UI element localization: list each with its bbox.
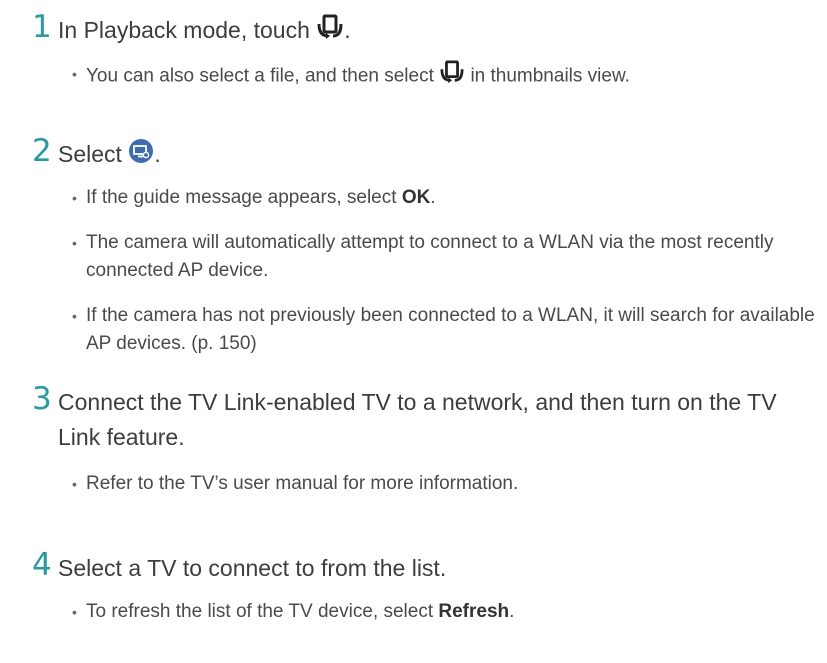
step-heading: Select a TV to connect to from the list.	[58, 555, 447, 581]
step-heading: Connect the TV Link-enabled TV to a netw…	[58, 389, 777, 450]
heading-text-end: .	[344, 17, 351, 43]
step-number: 4	[32, 547, 52, 583]
bullet-dot: •	[72, 235, 77, 251]
share-icon	[316, 14, 344, 50]
bullet-item: • Refer to the TV’s user manual for more…	[72, 470, 822, 498]
bullet-item: • If the guide message appears, select O…	[72, 184, 822, 212]
bullet-text: You can also select a file, and then sel…	[86, 65, 434, 87]
heading-text: Select	[58, 141, 122, 167]
bullet-dot: •	[72, 476, 77, 492]
step-heading: Select .	[58, 137, 818, 174]
tv-link-icon	[128, 138, 154, 174]
bullet-text: Refer to the TV’s user manual for more i…	[86, 473, 519, 494]
bullet-dot: •	[72, 66, 77, 82]
refresh-label: Refresh	[438, 601, 510, 622]
ok-label: OK	[401, 187, 431, 208]
bullet-text: If the camera has not previously been co…	[86, 305, 815, 354]
heading-text-end: .	[154, 141, 161, 167]
heading-text: In Playback mode, touch	[58, 17, 310, 43]
bullet-item: • If the camera has not previously been …	[72, 302, 822, 358]
bullet-dot: •	[72, 308, 77, 324]
bullet-item: • To refresh the list of the TV device, …	[72, 598, 822, 626]
bullet-text-end: in thumbnails view.	[470, 65, 630, 87]
step-heading: In Playback mode, touch .	[58, 13, 818, 50]
share-icon	[439, 60, 465, 93]
bullet-item: • You can also select a file, and then s…	[72, 60, 822, 93]
step-number: 2	[32, 133, 52, 169]
manual-page: 1 In Playback mode, touch . • You can al…	[0, 0, 827, 663]
step-number: 1	[32, 9, 52, 45]
bullet-dot: •	[72, 604, 77, 620]
bullet-text: The camera will automatically attempt to…	[86, 232, 774, 281]
step-number: 3	[32, 381, 52, 417]
bullet-item: • The camera will automatically attempt …	[72, 229, 822, 285]
bullet-dot: •	[72, 190, 77, 206]
